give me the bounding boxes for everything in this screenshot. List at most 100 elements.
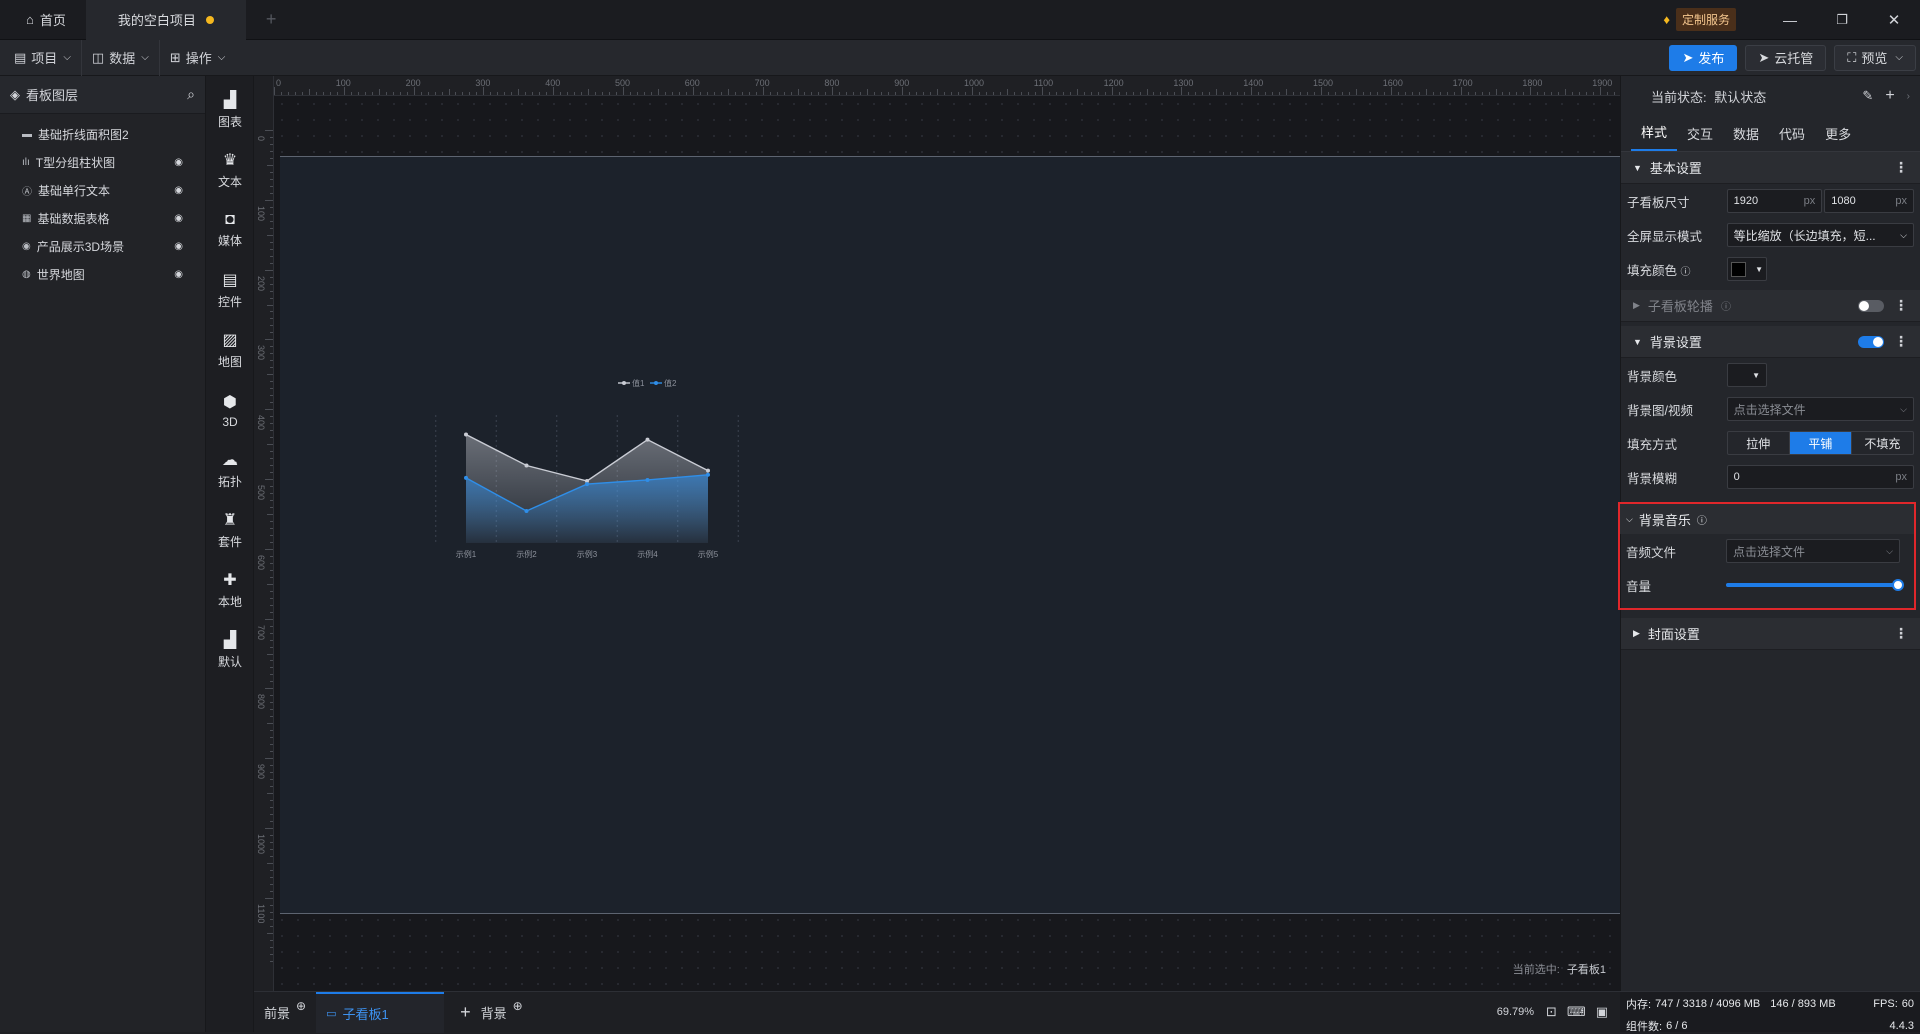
3d-tool[interactable]: ⬢ 3D: [206, 380, 254, 440]
section-cover[interactable]: ▶ 封面设置 ⋮: [1621, 618, 1920, 650]
new-tab-button[interactable]: +: [266, 9, 277, 30]
layer-item[interactable]: ılı T型分组柱状图 ◉: [0, 148, 205, 176]
section-music[interactable]: ⌵ 背景音乐 ⓘ: [1620, 504, 1914, 534]
more-icon[interactable]: ⋮: [1894, 297, 1908, 314]
volume-label: 音量: [1626, 579, 1652, 594]
fill-color-picker[interactable]: ▼: [1727, 257, 1767, 281]
section-basic[interactable]: ▼ 基本设置 ⋮: [1621, 152, 1920, 184]
help-icon[interactable]: ⓘ: [1721, 298, 1731, 313]
canvas-area[interactable]: 0 100 200 300 400 500 600 700 800 900 1000 1100 0 10…: [254, 76, 1620, 991]
more-icon[interactable]: ⋮: [1894, 333, 1908, 350]
eye-off-icon[interactable]: ◉: [174, 241, 183, 252]
bg-color-picker[interactable]: ▼: [1727, 363, 1767, 387]
prop-tab[interactable]: 交互: [1677, 124, 1723, 151]
menu-data[interactable]: ◫ 数据 ⌵: [82, 39, 160, 76]
edit-icon[interactable]: ✎: [1862, 88, 1873, 104]
terminal-icon[interactable]: ▣: [1596, 1004, 1608, 1020]
minimize-icon[interactable]: —: [1764, 12, 1816, 28]
audio-file-select[interactable]: 点击选择文件 ⌵: [1726, 539, 1900, 563]
chevron-right-icon[interactable]: ›: [1907, 91, 1910, 102]
help-icon[interactable]: ⓘ: [1697, 512, 1707, 527]
tool-label: 控件: [217, 295, 242, 309]
more-icon[interactable]: ⋮: [1894, 625, 1908, 642]
help-icon[interactable]: ⓘ: [1681, 267, 1691, 278]
board-height-input[interactable]: 1080 px: [1824, 189, 1914, 213]
custom-service-button[interactable]: ♦ 定制服务: [1663, 8, 1736, 31]
add-icon[interactable]: +: [1885, 87, 1894, 105]
search-icon[interactable]: ⌕: [187, 86, 195, 103]
board-icon: ▭: [326, 1007, 337, 1020]
add-board-button[interactable]: +: [460, 1002, 471, 1023]
publish-button[interactable]: ➤ 发布: [1669, 44, 1738, 71]
bg-blur-value: 0: [1733, 471, 1740, 483]
ruler-tick-label: 1100: [256, 903, 266, 924]
eye-off-icon[interactable]: ◉: [174, 157, 183, 168]
add-circle-icon[interactable]: ⊕: [513, 999, 523, 1013]
close-icon[interactable]: ✕: [1868, 11, 1920, 29]
layer-item[interactable]: Ⓐ 基础单行文本 ◉: [0, 176, 205, 204]
topology-tool[interactable]: ☁ 拓扑: [206, 440, 254, 500]
ruler-tick-label: 1600: [1382, 78, 1403, 88]
board-width-input[interactable]: 1920 px: [1726, 189, 1823, 213]
chevron-down-icon: ⌵: [217, 52, 226, 63]
layer-item[interactable]: ◍ 世界地图 ◉: [0, 260, 205, 288]
sub-board[interactable]: 示例1 示例2 示例3 示例4 示例5 值1 值2: [280, 156, 1620, 914]
menu-project[interactable]: ▤ 项目 ⌵: [0, 39, 82, 76]
prop-tab[interactable]: 代码: [1769, 124, 1815, 151]
tab-home[interactable]: ⌂ 首页: [0, 0, 86, 40]
prop-tab[interactable]: 样式: [1631, 122, 1678, 151]
bottom-bar: 前景 ⊕ ▭ 子看板1 + 背景 ⊕ 69.79% ⊡ ⌨ ▣: [254, 991, 1620, 1033]
area-line-chart[interactable]: 示例1 示例2 示例3 示例4 示例5 值1 值2: [418, 363, 748, 583]
section-background[interactable]: ▼ 背景设置 ⋮: [1621, 326, 1920, 358]
zoom-level[interactable]: 69.79%: [1497, 1006, 1534, 1018]
carousel-toggle[interactable]: [1858, 299, 1884, 312]
restore-icon[interactable]: ❐: [1816, 12, 1868, 28]
cloud-button[interactable]: ➤ 云托管: [1745, 44, 1827, 71]
fit-screen-icon[interactable]: ⊡: [1546, 1004, 1557, 1020]
fill-mode-tile[interactable]: 平铺: [1789, 432, 1852, 454]
background-tab[interactable]: 背景 ⊕: [471, 992, 533, 1033]
fullscreen-select[interactable]: 等比缩放（长边填充，短... ⌵: [1726, 223, 1914, 247]
default-tool[interactable]: ▟ 默认: [206, 620, 254, 680]
layer-item[interactable]: ▬ 基础折线面积图2: [0, 120, 205, 148]
control-tool[interactable]: ▤ 控件: [206, 260, 254, 320]
chart-tool[interactable]: ▟ 图表: [206, 80, 254, 140]
background-toggle[interactable]: [1858, 335, 1884, 348]
tab-project[interactable]: 我的空白项目: [85, 0, 246, 40]
legend-label: 值2: [664, 378, 677, 388]
more-icon[interactable]: ⋮: [1894, 159, 1908, 176]
add-circle-icon[interactable]: ⊕: [296, 999, 306, 1013]
scene-3d-icon: ◉: [22, 240, 31, 252]
section-carousel[interactable]: ▶ 子看板轮播 ⓘ ⋮: [1621, 290, 1920, 322]
sub-board-tab[interactable]: ▭ 子看板1: [316, 991, 445, 1033]
map-tool[interactable]: ▨ 地图: [206, 320, 254, 380]
volume-slider[interactable]: [1726, 579, 1904, 591]
eye-off-icon[interactable]: ◉: [174, 269, 183, 280]
board-width-value: 1920: [1733, 195, 1759, 207]
eye-off-icon[interactable]: ◉: [174, 213, 183, 224]
menu-operate[interactable]: ⊞ 操作 ⌵: [160, 40, 236, 76]
kit-tool[interactable]: ♜ 套件: [206, 500, 254, 560]
legend-marker-dot: [654, 381, 658, 385]
fill-mode-none[interactable]: 不填充: [1852, 432, 1913, 454]
fill-color-swatch: [1731, 261, 1746, 277]
preview-button[interactable]: ⛶ 预览 ⌵: [1834, 44, 1916, 71]
keyboard-icon[interactable]: ⌨: [1567, 1004, 1586, 1020]
prop-tab[interactable]: 更多: [1815, 124, 1861, 151]
bg-blur-input[interactable]: 0 px: [1726, 465, 1914, 489]
row-board-size: 子看板尺寸 1920 px 1080 px: [1621, 184, 1920, 218]
chevron-down-icon: ⌵: [1886, 545, 1893, 556]
media-tool[interactable]: ◘ 媒体: [206, 200, 254, 260]
layer-item[interactable]: ◉ 产品展示3D场景 ◉: [0, 232, 205, 260]
layer-item[interactable]: ▦ 基础数据表格 ◉: [0, 204, 205, 232]
text-tool[interactable]: ♛ 文本: [206, 140, 254, 200]
prop-tab[interactable]: 数据: [1723, 124, 1769, 151]
state-value[interactable]: 默认状态: [1714, 90, 1766, 105]
fill-mode-stretch[interactable]: 拉伸: [1728, 432, 1790, 454]
ruler-tick-label: 1500: [1313, 78, 1334, 88]
bg-image-select[interactable]: 点击选择文件 ⌵: [1726, 397, 1914, 421]
local-tool[interactable]: ✚ 本地: [206, 560, 254, 620]
eye-off-icon[interactable]: ◉: [174, 185, 183, 196]
foreground-tab[interactable]: 前景 ⊕: [254, 992, 316, 1033]
volume-handle[interactable]: [1892, 579, 1904, 591]
